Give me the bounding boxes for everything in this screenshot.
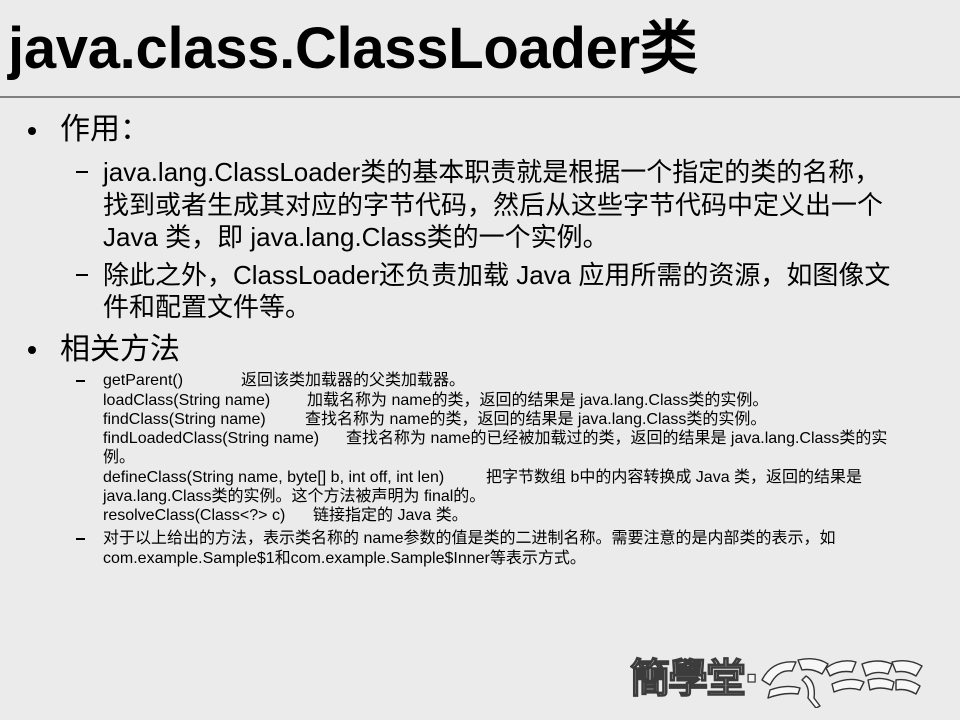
method-row: resolveClass(Class<?> c) 链接指定的 Java 类。: [103, 506, 887, 525]
method-row: getParent() 返回该类加载器的父类加载器。: [103, 371, 887, 390]
method-desc-continuation: java.lang.Class类的实例。这个方法被声明为 final的。: [103, 488, 486, 506]
method-name: resolveClass(Class<?> c): [103, 507, 286, 525]
note-line: 对于以上给出的方法，表示类名称的 name参数的值是类的二进制名称。需要注意的是…: [103, 530, 836, 548]
sub-item-responsibility: java.lang.ClassLoader类的基本职责就是根据一个指定的类的名称…: [103, 156, 883, 254]
method-desc-continuation: 例。: [103, 449, 136, 467]
method-name: defineClass(String name, byte[] b, int o…: [103, 468, 445, 486]
text-line: java.lang.ClassLoader类的基本职责就是根据一个指定的类的名称…: [103, 157, 881, 187]
method-row: findLoadedClass(String name) 查找名称为 name的已…: [103, 429, 887, 448]
method-name: findClass(String name): [103, 410, 266, 428]
method-row: findClass(String name) 查找名称为 name的类，返回的结果…: [103, 410, 887, 429]
watermark-logo-text: 簡學堂·: [630, 656, 757, 702]
method-name: findLoadedClass(String name): [103, 430, 320, 448]
text-line: 件和配置文件等。: [103, 292, 312, 322]
method-desc: 加载名称为 name的类，返回的结果是 java.lang.Class类的实例。: [307, 391, 769, 409]
sub-bullet-dash: [76, 380, 85, 382]
watermark-script-mark: [761, 657, 923, 708]
method-row: loadClass(String name) 加载名称为 name的类，返回的结果…: [103, 391, 887, 410]
slide-title: java.class.ClassLoader类: [8, 16, 698, 81]
method-name: loadClass(String name): [103, 391, 271, 409]
section-heading-methods: 相关方法: [60, 333, 180, 366]
bullet-dot: [28, 346, 36, 354]
slide: java.class.ClassLoader类 作用： java.lang.Cl…: [0, 0, 960, 720]
text-line: Java 类，即 java.lang.Class类的一个实例。: [103, 222, 609, 252]
text-line: 找到或者生成其对应的字节代码，然后从这些字节代码中定义出一个: [103, 189, 884, 220]
watermark-logo: 簡學堂·: [630, 655, 923, 708]
method-note: 对于以上给出的方法，表示类名称的 name参数的值是类的二进制名称。需要注意的是…: [103, 529, 835, 568]
text-line: 除此之外，ClassLoader还负责加载 Java 应用所需的资源，如图像文: [103, 260, 891, 290]
bullet-dot: [28, 127, 36, 135]
method-desc: 把字节数组 b中的内容转换成 Java 类，返回的结果是: [486, 468, 863, 486]
section-heading-purpose: 作用：: [60, 113, 150, 146]
sub-bullet-dash: [76, 171, 88, 173]
sub-bullet-dash: [76, 538, 85, 540]
method-desc: 链接指定的 Java 类。: [313, 507, 468, 525]
title-divider: [0, 96, 960, 98]
method-desc: 查找名称为 name的类，返回的结果是 java.lang.Class类的实例。: [305, 410, 767, 428]
method-row: defineClass(String name, byte[] b, int o…: [103, 468, 887, 487]
sub-bullet-dash: [76, 274, 88, 276]
sub-item-resources: 除此之外，ClassLoader还负责加载 Java 应用所需的资源，如图像文 …: [103, 259, 890, 323]
note-line: com.example.Sample$1和com.example.Sample$…: [103, 549, 586, 567]
method-name: getParent(): [103, 372, 184, 390]
method-desc: 查找名称为 name的已经被加载过的类，返回的结果是 java.lang.Cla…: [346, 430, 888, 448]
method-desc: 返回该类加载器的父类加载器。: [241, 372, 466, 390]
method-list: getParent() 返回该类加载器的父类加载器。 loadClass(Stri…: [103, 371, 887, 525]
